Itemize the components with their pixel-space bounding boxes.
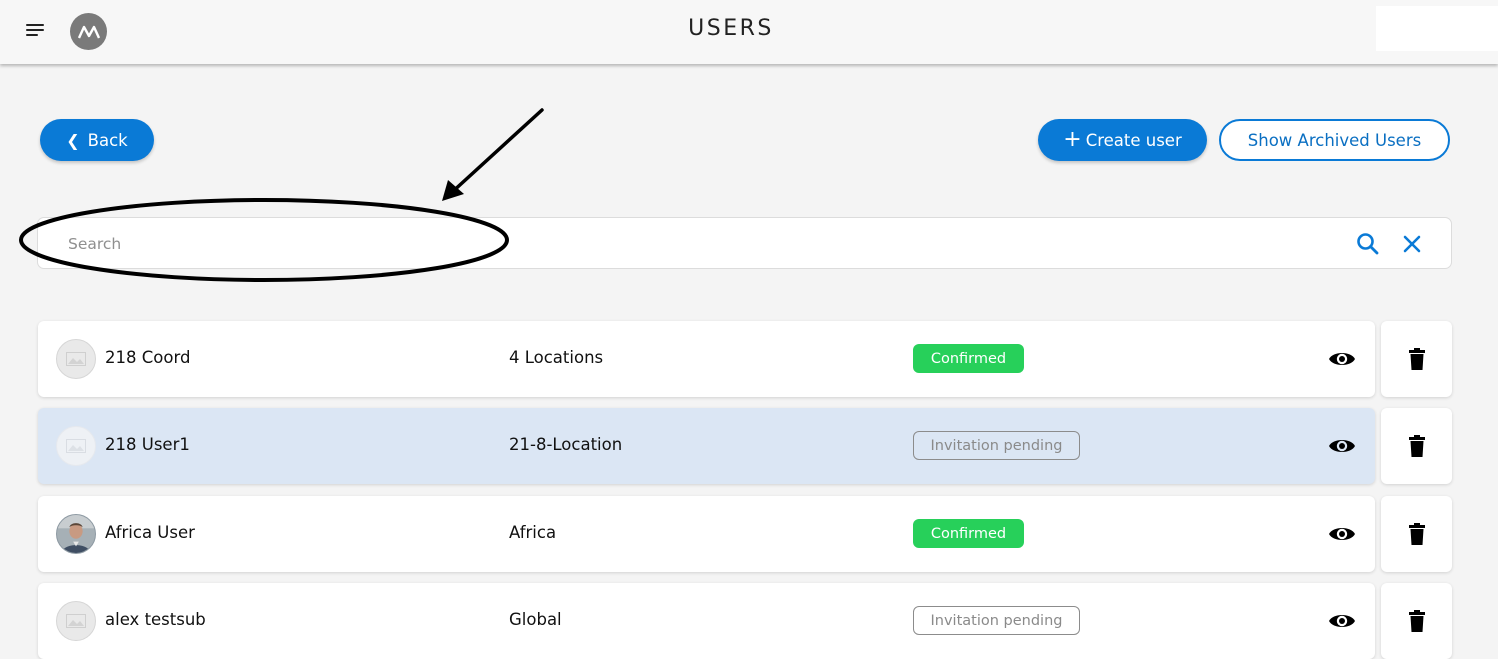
status-badge: Confirmed bbox=[913, 519, 1024, 548]
avatar bbox=[56, 339, 96, 379]
eye-icon[interactable] bbox=[1328, 523, 1356, 545]
close-icon[interactable] bbox=[1399, 231, 1425, 257]
annotation-arrow bbox=[442, 108, 544, 201]
user-name: Africa User bbox=[105, 523, 195, 542]
avatar bbox=[56, 514, 96, 554]
back-button-label: Back bbox=[87, 130, 128, 150]
user-row[interactable]: Africa User Africa Confirmed bbox=[38, 496, 1375, 572]
user-location: Global bbox=[509, 610, 562, 629]
delete-button[interactable] bbox=[1381, 583, 1452, 659]
user-row[interactable]: 218 User1 21-8-Location Invitation pendi… bbox=[38, 408, 1375, 484]
user-row[interactable]: alex testsub Global Invitation pending bbox=[38, 583, 1375, 659]
delete-button[interactable] bbox=[1381, 496, 1452, 572]
page-title: USERS bbox=[688, 16, 774, 41]
image-placeholder-icon bbox=[66, 439, 86, 453]
delete-button[interactable] bbox=[1381, 321, 1452, 397]
delete-button[interactable] bbox=[1381, 408, 1452, 484]
trash-icon bbox=[1408, 348, 1425, 370]
trash-icon bbox=[1408, 523, 1425, 545]
image-placeholder-icon bbox=[66, 352, 86, 366]
plus-icon: + bbox=[1063, 127, 1082, 152]
trash-icon bbox=[1408, 610, 1425, 632]
top-app-bar: USERS bbox=[0, 0, 1498, 64]
eye-icon[interactable] bbox=[1328, 348, 1356, 370]
image-placeholder-icon bbox=[66, 614, 86, 628]
user-name: 218 User1 bbox=[105, 435, 190, 454]
search-bar bbox=[37, 217, 1452, 269]
show-archived-users-label: Show Archived Users bbox=[1247, 130, 1422, 150]
status-badge: Invitation pending bbox=[913, 606, 1080, 635]
user-name: alex testsub bbox=[105, 610, 206, 629]
user-location: 21-8-Location bbox=[509, 435, 623, 454]
user-row[interactable]: 218 Coord 4 Locations Confirmed bbox=[38, 321, 1375, 397]
status-badge: Invitation pending bbox=[913, 431, 1080, 460]
user-location: Africa bbox=[509, 523, 557, 542]
user-name: 218 Coord bbox=[105, 348, 191, 367]
back-button[interactable]: ❮ Back bbox=[40, 119, 154, 161]
user-photo bbox=[57, 515, 95, 553]
search-icon[interactable] bbox=[1355, 231, 1381, 257]
user-location: 4 Locations bbox=[509, 348, 604, 367]
show-archived-users-button[interactable]: Show Archived Users bbox=[1219, 119, 1450, 161]
status-badge: Confirmed bbox=[913, 344, 1024, 373]
search-input[interactable] bbox=[66, 228, 1270, 260]
eye-icon[interactable] bbox=[1328, 610, 1356, 632]
trash-icon bbox=[1408, 435, 1425, 457]
avatar bbox=[56, 426, 96, 466]
create-user-button[interactable]: + Create user bbox=[1038, 119, 1207, 161]
create-user-label: Create user bbox=[1085, 130, 1182, 150]
chevron-left-icon: ❮ bbox=[66, 130, 80, 150]
eye-icon[interactable] bbox=[1328, 435, 1356, 457]
header-right-panel bbox=[1376, 6, 1498, 51]
avatar bbox=[56, 601, 96, 641]
